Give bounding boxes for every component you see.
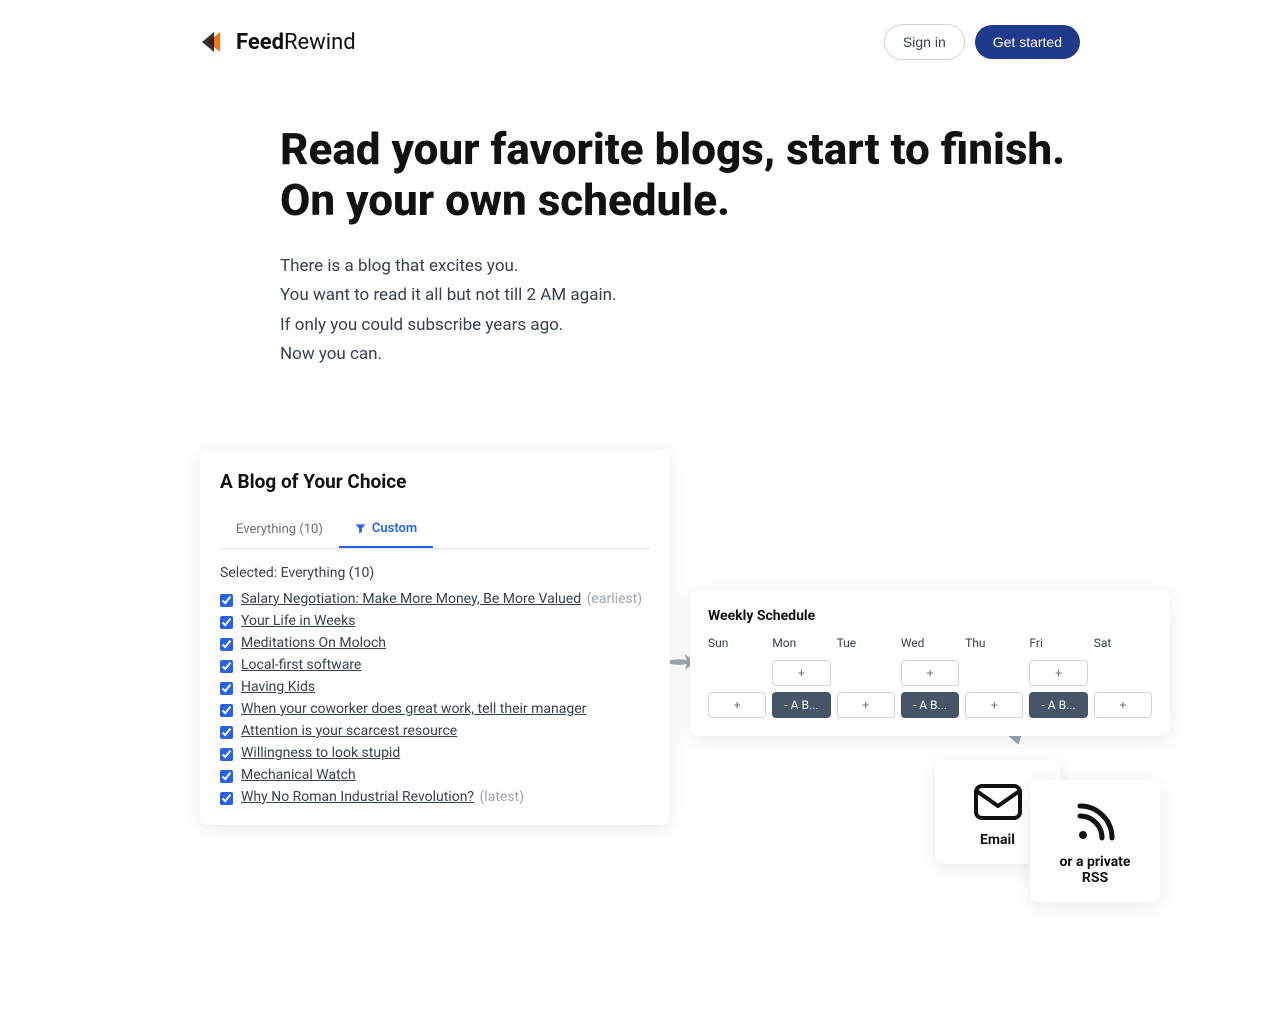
blog-card-title: A Blog of Your Choice: [220, 470, 650, 493]
schedule-slot[interactable]: - A B...: [901, 692, 959, 718]
schedule-day-label: Thu: [965, 636, 1023, 650]
post-checkbox[interactable]: [220, 638, 233, 651]
post-item: Attention is your scarcest resource: [220, 723, 650, 739]
schedule-title: Weekly Schedule: [708, 608, 1152, 624]
schedule-day-column: Mon + - A B...: [772, 636, 830, 718]
schedule-card: Weekly Schedule Sun+Mon+- A B...Tue+Wed+…: [690, 590, 1170, 736]
header: FeedRewind Sign in Get started: [200, 0, 1080, 84]
post-link[interactable]: Your Life in Weeks: [241, 613, 355, 629]
post-item: Your Life in Weeks: [220, 613, 650, 629]
hero: Read your favorite blogs, start to finis…: [200, 84, 1080, 410]
schedule-slot[interactable]: +: [1029, 660, 1087, 686]
post-item: Meditations On Moloch: [220, 635, 650, 651]
post-link[interactable]: Salary Negotiation: Make More Money, Be …: [241, 591, 581, 607]
post-checkbox[interactable]: [220, 748, 233, 761]
email-icon: [953, 782, 1042, 822]
post-item: Having Kids: [220, 679, 650, 695]
post-marker: (latest): [476, 789, 524, 805]
post-checkbox[interactable]: [220, 682, 233, 695]
post-link[interactable]: Meditations On Moloch: [241, 635, 386, 651]
schedule-slot[interactable]: - A B...: [772, 692, 830, 718]
post-item: Why No Roman Industrial Revolution? (lat…: [220, 789, 650, 805]
sign-in-button[interactable]: Sign in: [884, 24, 965, 60]
post-checkbox[interactable]: [220, 616, 233, 629]
rss-label: or a private RSS: [1048, 854, 1142, 886]
email-label: Email: [953, 832, 1042, 848]
post-checkbox[interactable]: [220, 594, 233, 607]
schedule-slot[interactable]: +: [1094, 692, 1152, 718]
post-marker: (earliest): [583, 591, 642, 607]
cards-area: A Blog of Your Choice Everything (10) Cu…: [200, 450, 1080, 970]
logo-icon: [200, 28, 228, 56]
schedule-day-label: Wed: [901, 636, 959, 650]
post-link[interactable]: When your coworker does great work, tell…: [241, 701, 586, 717]
logo-text-bold: Feed: [236, 30, 284, 55]
logo-text-thin: Rewind: [284, 30, 356, 55]
schedule-day-column: Sat +: [1094, 636, 1152, 718]
post-checkbox[interactable]: [220, 792, 233, 805]
selected-text: Selected: Everything (10): [220, 565, 650, 581]
post-checkbox[interactable]: [220, 660, 233, 673]
schedule-slot[interactable]: - A B...: [1029, 692, 1087, 718]
tab-everything[interactable]: Everything (10): [220, 511, 339, 548]
schedule-day-label: Fri: [1029, 636, 1087, 650]
post-link[interactable]: Having Kids: [241, 679, 315, 695]
post-link[interactable]: Willingness to look stupid: [241, 745, 400, 761]
schedule-slot[interactable]: +: [901, 660, 959, 686]
schedule-day-column: Wed + - A B...: [901, 636, 959, 718]
schedule-day-column: Fri + - A B...: [1029, 636, 1087, 718]
schedule-day-column: Thu +: [965, 636, 1023, 718]
blog-card: A Blog of Your Choice Everything (10) Cu…: [200, 450, 670, 825]
schedule-day-column: Sun +: [708, 636, 766, 718]
post-link[interactable]: Attention is your scarcest resource: [241, 723, 457, 739]
schedule-day-label: Sat: [1094, 636, 1152, 650]
hero-title: Read your favorite blogs, start to finis…: [280, 124, 1080, 225]
schedule-day-label: Mon: [772, 636, 830, 650]
tabs: Everything (10) Custom: [220, 511, 650, 549]
hero-subtitle: There is a blog that excites you. You wa…: [280, 253, 1080, 368]
post-checkbox[interactable]: [220, 770, 233, 783]
post-item: Local-first software: [220, 657, 650, 673]
post-checkbox[interactable]: [220, 726, 233, 739]
delivery-rss-card: or a private RSS: [1030, 780, 1160, 902]
post-link[interactable]: Mechanical Watch: [241, 767, 356, 783]
schedule-slot[interactable]: +: [965, 692, 1023, 718]
post-item: When your coworker does great work, tell…: [220, 701, 650, 717]
schedule-slot[interactable]: +: [837, 692, 895, 718]
post-list: Salary Negotiation: Make More Money, Be …: [220, 591, 650, 805]
post-link[interactable]: Local-first software: [241, 657, 361, 673]
post-item: Willingness to look stupid: [220, 745, 650, 761]
post-link[interactable]: Why No Roman Industrial Revolution?: [241, 789, 474, 805]
rss-icon: [1048, 802, 1142, 844]
logo[interactable]: FeedRewind: [200, 28, 356, 56]
header-actions: Sign in Get started: [884, 24, 1080, 60]
filter-icon: [355, 523, 366, 534]
post-item: Salary Negotiation: Make More Money, Be …: [220, 591, 650, 607]
schedule-slot[interactable]: +: [772, 660, 830, 686]
post-checkbox[interactable]: [220, 704, 233, 717]
schedule-day-label: Sun: [708, 636, 766, 650]
schedule-day-label: Tue: [837, 636, 895, 650]
schedule-grid: Sun+Mon+- A B...Tue+Wed+- A B...Thu+Fri+…: [708, 636, 1152, 718]
tab-custom[interactable]: Custom: [339, 511, 433, 548]
schedule-day-column: Tue +: [837, 636, 895, 718]
get-started-button[interactable]: Get started: [975, 25, 1080, 59]
schedule-slot[interactable]: +: [708, 692, 766, 718]
post-item: Mechanical Watch: [220, 767, 650, 783]
